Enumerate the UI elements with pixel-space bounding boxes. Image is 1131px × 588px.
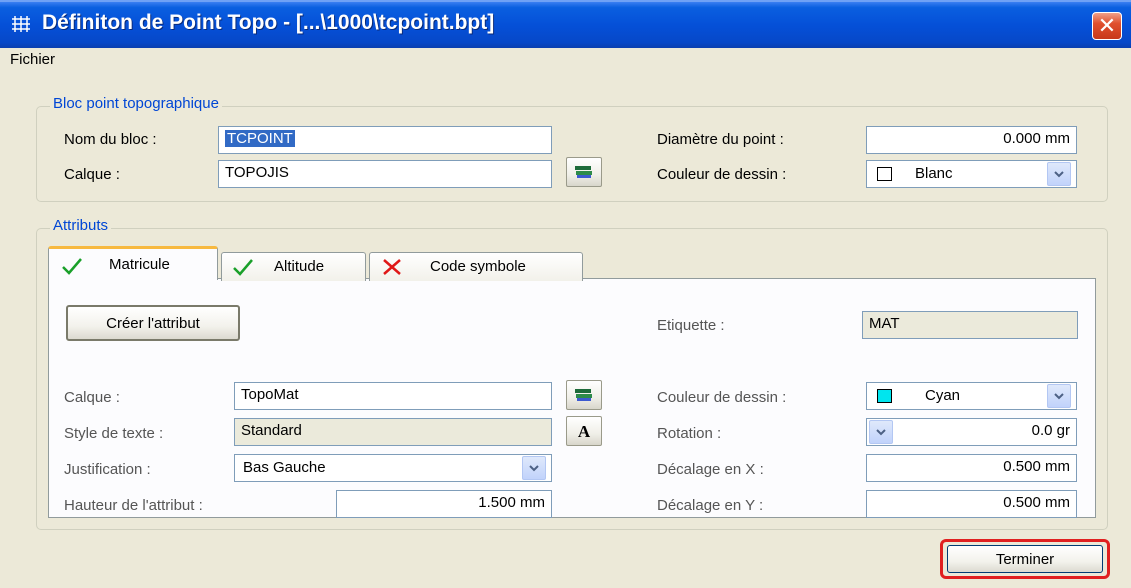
app-grid-icon <box>10 15 32 33</box>
decalage-x-input[interactable]: 0.500 mm <box>866 454 1077 482</box>
color-swatch-cyan <box>877 389 892 403</box>
bloc-calque-picker-button[interactable] <box>566 157 602 187</box>
decalage-y-label: Décalage en Y : <box>657 497 764 514</box>
diametre-label: Diamètre du point : <box>657 131 784 148</box>
etiquette-label: Etiquette : <box>657 317 725 334</box>
bloc-couleur-combo[interactable]: Blanc <box>866 160 1077 188</box>
chevron-down-icon[interactable] <box>869 420 893 444</box>
attr-calque-label: Calque : <box>64 389 120 406</box>
decalage-x-label: Décalage en X : <box>657 461 764 478</box>
decalage-y-input[interactable]: 0.500 mm <box>866 490 1077 518</box>
close-button[interactable]: ✕ <box>1092 12 1122 40</box>
chevron-down-icon[interactable] <box>1047 162 1071 186</box>
attr-couleur-label: Couleur de dessin : <box>657 389 787 406</box>
creer-attribut-button[interactable]: Créer l'attribut <box>66 305 240 341</box>
chevron-down-icon[interactable] <box>1047 384 1071 408</box>
chevron-down-icon[interactable] <box>522 456 546 480</box>
diametre-input[interactable]: 0.000 mm <box>866 126 1077 154</box>
menu-bar <box>0 48 1131 74</box>
nom-du-bloc-label: Nom du bloc : <box>64 131 157 148</box>
tab-altitude[interactable]: Altitude <box>221 252 366 281</box>
attr-couleur-combo[interactable]: Cyan <box>866 382 1077 410</box>
attr-couleur-value: Cyan <box>925 387 961 404</box>
text-style-button[interactable]: A <box>566 416 602 446</box>
creer-attribut-label: Créer l'attribut <box>106 315 200 332</box>
tab-matricule-label: Matricule <box>109 256 170 273</box>
hauteur-label: Hauteur de l'attribut : <box>64 497 203 514</box>
bloc-calque-input[interactable]: TOPOJIS <box>218 160 552 188</box>
tab-matricule[interactable]: Matricule <box>48 246 218 280</box>
terminer-button[interactable]: Terminer <box>947 545 1103 573</box>
attr-calque-picker-button[interactable] <box>566 380 602 410</box>
style-texte-label: Style de texte : <box>64 425 164 442</box>
color-swatch-blanc <box>877 167 892 181</box>
window-title: Définiton de Point Topo - [...\1000\tcpo… <box>42 11 495 34</box>
rotation-value: 0.0 gr <box>1031 422 1070 439</box>
close-icon: ✕ <box>1097 13 1117 38</box>
attr-calque-input[interactable]: TopoMat <box>234 382 552 410</box>
menu-fichier[interactable]: Fichier <box>10 51 55 68</box>
checkmark-icon <box>233 259 253 276</box>
justification-combo[interactable]: Bas Gauche <box>234 454 552 482</box>
checkmark-icon <box>62 258 82 275</box>
cross-icon <box>383 259 401 275</box>
etiquette-input[interactable]: MAT <box>862 311 1078 339</box>
attributs-group-legend: Attributs <box>50 217 112 234</box>
rotation-label: Rotation : <box>657 425 722 442</box>
layer-stack-icon <box>575 389 592 401</box>
bloc-calque-label: Calque : <box>64 166 120 183</box>
nom-du-bloc-input[interactable]: TCPOINT <box>218 126 552 154</box>
bloc-group-legend: Bloc point topographique <box>50 95 222 112</box>
tab-code-symbole[interactable]: Code symbole <box>369 252 583 281</box>
tab-code-symbole-label: Code symbole <box>430 258 526 275</box>
terminer-label: Terminer <box>995 551 1055 568</box>
justification-value: Bas Gauche <box>243 459 326 476</box>
bloc-couleur-label: Couleur de dessin : <box>657 166 787 183</box>
rotation-combo[interactable]: 0.0 gr <box>866 418 1077 446</box>
hauteur-input[interactable]: 1.500 mm <box>336 490 552 518</box>
style-texte-input[interactable]: Standard <box>234 418 552 446</box>
bloc-couleur-value: Blanc <box>915 165 953 182</box>
letter-a-icon: A <box>577 422 591 441</box>
justification-label: Justification : <box>64 461 151 478</box>
layer-stack-icon <box>575 166 592 178</box>
tab-altitude-label: Altitude <box>274 258 325 275</box>
